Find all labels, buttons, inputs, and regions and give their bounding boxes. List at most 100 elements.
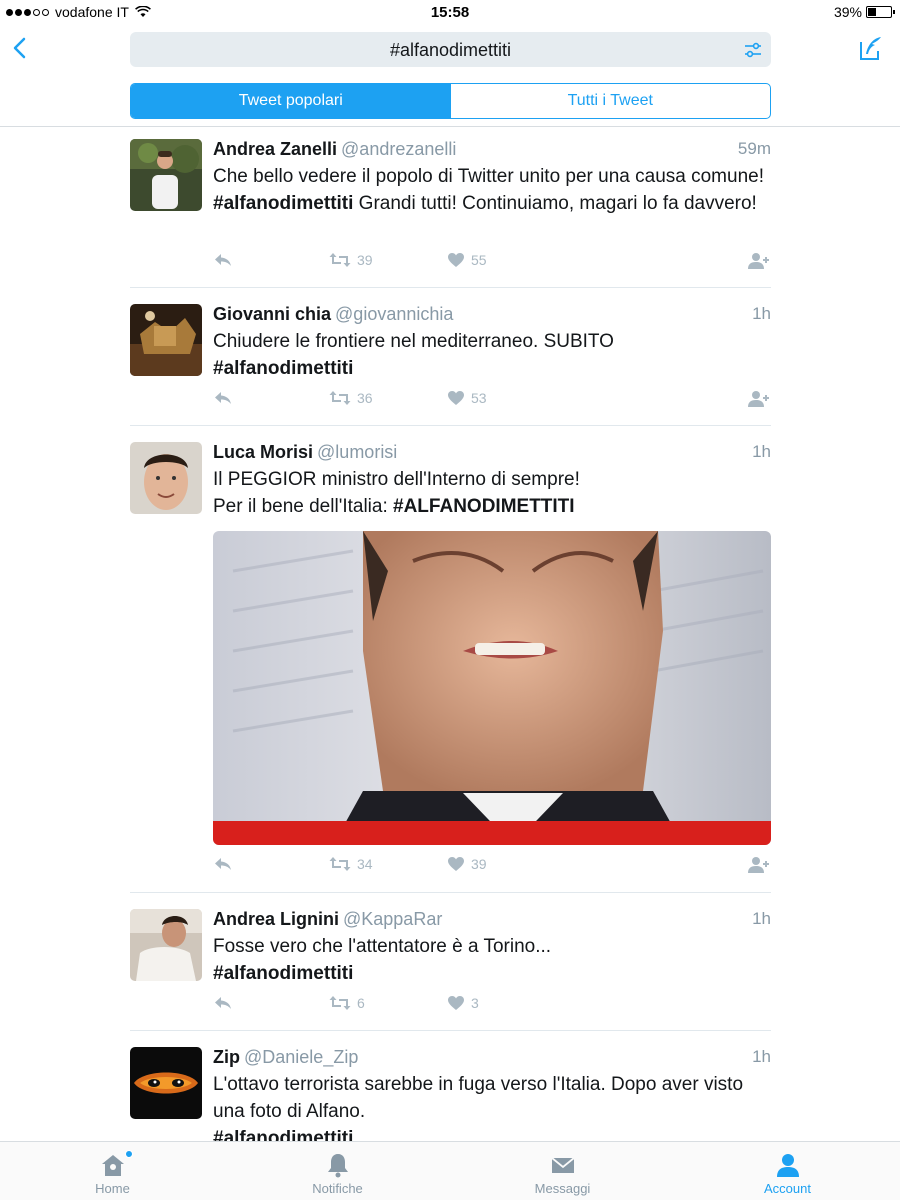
tab-account[interactable]: Account [675,1142,900,1200]
tab-messages-label: Messaggi [534,1181,591,1196]
follow-user-icon [748,391,769,407]
reply-button[interactable] [213,390,233,406]
status-bar: vodafone IT 15:58 39% [0,0,900,26]
author-name[interactable]: Giovanni chia [213,304,331,324]
envelope-icon [550,1157,575,1173]
retweet-count: 34 [357,856,373,872]
author-handle[interactable]: @Daniele_Zip [244,1047,358,1067]
hashtag-link[interactable]: #alfanodimettiti [213,193,353,214]
reply-icon [215,858,231,870]
retweet-count: 6 [357,995,365,1011]
author-handle[interactable]: @KappaRar [343,909,442,929]
tab-notifications-label: Notifiche [312,1181,363,1196]
retweet-button[interactable]: 39 [329,252,373,268]
hashtag-link[interactable]: #alfanodimettiti [213,963,353,984]
author-name[interactable]: Luca Morisi [213,442,313,462]
tweet-item[interactable]: Andrea Zanelli @andrezanelli 59m Che bell… [130,127,771,288]
tweet-timestamp: 59m [737,139,771,158]
clock: 15:58 [430,4,470,21]
notification-badge-dot [124,1150,133,1158]
heart-icon [448,391,464,405]
retweet-button[interactable]: 36 [329,390,373,406]
battery-percent: 39% [833,4,862,20]
tweet-text: Chiudere le frontiere nel mediterraneo. … [213,331,614,379]
hashtag-link[interactable]: #alfanodimettiti [213,358,353,379]
tweet-item[interactable]: Andrea Lignini @KappaRar 1h Fosse vero ch… [130,893,771,1031]
retweet-button[interactable]: 34 [329,856,373,872]
avatar[interactable] [130,442,202,514]
search-input[interactable]: #alfanodimettiti [130,32,771,67]
filter-settings-icon[interactable] [743,40,763,60]
tab-messages[interactable]: Messaggi [450,1142,675,1200]
tweet-timestamp: 1h [752,909,771,928]
search-query: #alfanodimettiti [389,40,512,60]
follow-button[interactable] [747,252,771,270]
tab-notifications[interactable]: Notifiche [225,1142,450,1200]
reply-button[interactable] [213,856,233,872]
hashtag-link[interactable]: #alfanodimettiti [213,1128,353,1142]
author-name[interactable]: Andrea Lignini [213,909,339,929]
tweet-text: Il PEGGIOR ministro dell'Interno di semp… [213,469,580,517]
follow-button[interactable] [747,856,771,874]
reply-button[interactable] [213,252,233,268]
heart-icon [448,857,464,871]
nav-bar: #alfanodimettiti [0,26,900,76]
author-handle[interactable]: @lumorisi [317,442,397,462]
heart-icon [448,996,464,1010]
retweet-icon [329,996,351,1010]
author-name[interactable]: Zip [213,1047,240,1067]
like-button[interactable]: 39 [447,856,487,872]
tweet-item[interactable]: Giovanni chia @giovannichia 1h Chiudere l… [130,288,771,426]
retweet-icon [329,253,351,267]
avatar[interactable] [130,1047,202,1119]
heart-icon [448,253,464,267]
author-handle[interactable]: @andrezanelli [341,139,456,159]
tweet-timestamp: 1h [752,1047,771,1066]
tab-home-label: Home [95,1181,130,1196]
segment-all-tweets[interactable]: Tutti i Tweet [451,84,771,118]
tweet-item[interactable]: Zip @Daniele_Zip 1h L'ottavo terrorista s… [130,1031,771,1142]
follow-user-icon [748,253,769,269]
avatar[interactable] [130,139,202,211]
avatar[interactable] [130,304,202,376]
avatar[interactable] [130,909,202,981]
compose-tweet-icon[interactable] [856,34,886,64]
tweet-text: L'ottavo terrorista sarebbe in fuga vers… [213,1071,771,1142]
battery-icon [866,6,895,18]
tab-account-label: Account [764,1181,811,1196]
tweet-item[interactable]: Luca Morisi @lumorisi 1h Il PEGGIOR minis… [130,426,771,893]
retweet-icon [329,391,351,405]
reply-icon [215,997,231,1009]
tweet-timestamp: 1h [752,442,771,461]
retweet-icon [329,857,351,871]
reply-icon [215,254,231,266]
retweet-count: 39 [357,252,373,268]
tweet-filter-segment: Tweet popolari Tutti i Tweet [130,83,771,119]
reply-icon [215,392,231,404]
author-name[interactable]: Andrea Zanelli [213,139,337,159]
like-count: 55 [471,252,487,268]
retweet-button[interactable]: 6 [329,995,365,1011]
tweet-feed[interactable]: Andrea Zanelli @andrezanelli 59m Che bell… [0,127,900,1142]
tweet-media-photo[interactable] [213,531,771,845]
like-button[interactable]: 53 [447,390,487,406]
author-handle[interactable]: @giovannichia [335,304,453,324]
follow-button[interactable] [747,390,771,408]
tab-bar: Home Notifiche Messaggi Account [0,1141,900,1200]
segment-popular-tweets[interactable]: Tweet popolari [131,84,451,118]
hashtag-link[interactable]: #ALFANODIMETTITI [393,496,575,517]
home-icon [101,1155,124,1176]
tab-home[interactable]: Home [0,1142,225,1200]
bell-icon [327,1154,348,1178]
like-count: 53 [471,390,487,406]
like-count: 39 [471,856,487,872]
like-button[interactable]: 55 [447,252,487,268]
like-button[interactable]: 3 [447,995,479,1011]
tweet-text: Che bello vedere il popolo di Twitter un… [213,166,764,214]
follow-user-icon [748,857,769,873]
like-count: 3 [471,995,479,1011]
tweet-timestamp: 1h [752,304,771,323]
reply-button[interactable] [213,995,233,1011]
account-person-icon [776,1154,799,1177]
back-chevron-icon[interactable] [6,34,36,64]
